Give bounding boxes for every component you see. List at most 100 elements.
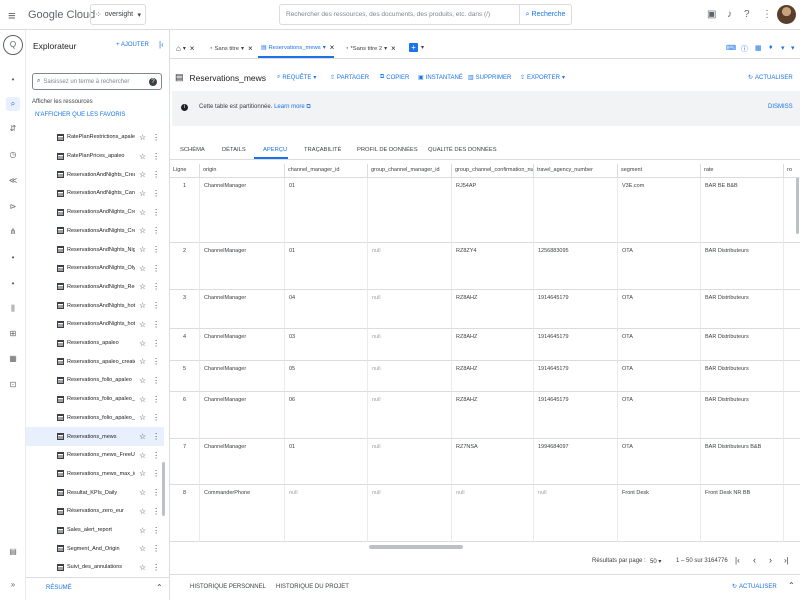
column-header[interactable]: rate — [701, 164, 784, 178]
column-header[interactable]: group_channel_manager_id — [368, 164, 452, 178]
table-cell[interactable]: 01 — [285, 439, 368, 485]
table-cell[interactable] — [534, 178, 618, 243]
tab-lineage[interactable]: TRAÇABILITÉ — [304, 147, 341, 153]
table-cell[interactable]: ChannelManager — [200, 243, 285, 290]
table-cell[interactable]: BAR Distributeurs — [701, 290, 784, 329]
tree-item[interactable]: Reservations_folio_apaleo_A... ☆ ⋮ — [26, 390, 164, 409]
table-cell[interactable] — [784, 178, 800, 243]
tree-item[interactable]: Reservations_apaleo_created... ☆ ⋮ — [26, 352, 164, 371]
close-icon[interactable]: × — [391, 44, 396, 53]
monitoring-icon[interactable]: ⫼ — [6, 302, 20, 316]
star-icon[interactable]: ☆ — [139, 152, 146, 161]
grid-horizontal-scrollbar[interactable] — [369, 545, 463, 549]
star-icon[interactable]: ☆ — [139, 301, 146, 310]
first-page-icon[interactable]: |‹ — [735, 556, 740, 565]
table-cell[interactable]: null — [368, 485, 452, 542]
table-cell[interactable] — [784, 361, 800, 392]
more-vert-icon[interactable]: ⋮ — [152, 245, 160, 254]
tree-item[interactable]: Segment_And_Origin ☆ ⋮ — [26, 539, 164, 558]
keyboard-icon[interactable]: ⌨ — [726, 44, 736, 52]
table-cell[interactable] — [784, 392, 800, 439]
table-cell[interactable]: ChannelManager — [200, 290, 285, 329]
explorer-scrollbar[interactable] — [162, 462, 165, 516]
column-header[interactable]: channel_manager_id — [285, 164, 368, 178]
column-header[interactable]: group_channel_confirmation_numb — [452, 164, 534, 178]
main-menu-icon[interactable]: ≡ — [8, 8, 16, 23]
table-cell[interactable]: Front Desk NR BB — [701, 485, 784, 542]
copy-button[interactable]: ⧉ COPIER — [380, 74, 409, 81]
chevron-up-icon[interactable]: ⌃ — [156, 583, 163, 592]
release-notes-icon[interactable]: ▤ — [6, 545, 20, 559]
table-cell[interactable]: RZ7NSA — [452, 439, 534, 485]
tab-sans-titre[interactable]: ◔ Sans titre ▾ × — [206, 39, 253, 58]
tree-item[interactable]: Reservations_mews_FreeUpg... ☆ ⋮ — [26, 446, 164, 465]
table-cell[interactable]: 1914645179 — [534, 361, 618, 392]
per-page-select[interactable]: 50 ▾ — [650, 558, 661, 565]
refresh-button[interactable]: ↻ ACTUALISER — [748, 74, 793, 82]
column-header[interactable]: travel_agency_number — [534, 164, 618, 178]
chevron-down-icon[interactable]: ▾ — [781, 44, 785, 52]
star-icon[interactable]: ☆ — [139, 526, 146, 535]
table-cell[interactable]: ChannelManager — [200, 439, 285, 485]
more-vert-icon[interactable]: ⋮ — [152, 282, 160, 291]
star-icon[interactable]: ☆ — [139, 264, 146, 273]
star-icon[interactable]: ☆ — [139, 544, 146, 553]
more-vert-icon[interactable]: ⋮ — [152, 320, 160, 329]
table-cell[interactable]: null — [368, 290, 452, 329]
table-cell[interactable]: BAR Distributeurs — [701, 329, 784, 361]
tree-item[interactable]: Reservations_mews_max_ins... ☆ ⋮ — [26, 465, 164, 484]
table-cell[interactable]: null — [368, 329, 452, 361]
column-header[interactable]: Ligne — [170, 164, 200, 178]
tab-details[interactable]: DÉTAILS — [222, 147, 246, 153]
more-vert-icon[interactable]: ⋮ — [152, 226, 160, 235]
help-icon[interactable]: ? — [744, 9, 750, 20]
table-cell[interactable]: OTA — [618, 290, 701, 329]
table-cell[interactable] — [368, 178, 452, 243]
table-cell[interactable]: V3E.com — [618, 178, 701, 243]
table-cell[interactable]: RZ8AHZ — [452, 329, 534, 361]
tree-item[interactable]: RatePlanRestrictions_apaleo ☆ ⋮ — [26, 128, 164, 147]
tree-item[interactable]: ReservationsAndNights_hote... ☆ ⋮ — [26, 315, 164, 334]
table-cell[interactable]: ChannelManager — [200, 329, 285, 361]
expand-rail-icon[interactable]: » — [6, 578, 20, 592]
star-icon[interactable]: ☆ — [139, 469, 146, 478]
dot-icon[interactable]: • — [6, 251, 20, 265]
table-cell[interactable]: ChannelManager — [200, 178, 285, 243]
info-icon[interactable]: ⓘ — [741, 44, 748, 54]
star-icon[interactable]: ☆ — [139, 376, 146, 385]
more-vert-icon[interactable]: ⋮ — [152, 413, 160, 422]
tree-item[interactable]: ReservationAndNights_Can... ☆ ⋮ — [26, 184, 164, 203]
dismiss-button[interactable]: DISMISS — [768, 104, 793, 110]
table-cell[interactable]: RZ8AHZ — [452, 392, 534, 439]
scheduled-icon[interactable]: ⊳ — [6, 200, 20, 214]
table-cell[interactable]: 3 — [170, 290, 200, 329]
column-header[interactable]: ro — [784, 164, 800, 178]
add-button[interactable]: + AJOUTER — [116, 42, 149, 48]
chevron-up-icon[interactable]: ⌃ — [788, 581, 795, 590]
tab-reservations-mews[interactable]: ▤ Reservations_mews ▾ × — [258, 39, 335, 58]
table-cell[interactable] — [784, 243, 800, 290]
history-icon[interactable]: ◷ — [6, 148, 20, 162]
terminal-icon[interactable]: ▣ — [707, 9, 716, 20]
more-vert-icon[interactable]: ⋮ — [152, 432, 160, 441]
query-button[interactable]: ⌕ REQUÊTE ▾ — [277, 74, 316, 81]
table-cell[interactable]: OTA — [618, 392, 701, 439]
share-button[interactable]: ⇧ PARTAGER — [330, 74, 369, 82]
tree-item[interactable]: ReservationAndNights_Creat... ☆ ⋮ — [26, 165, 164, 184]
star-icon[interactable]: ☆ — [139, 395, 146, 404]
table-cell[interactable]: null — [368, 392, 452, 439]
more-vert-icon[interactable]: ⋮ — [152, 152, 160, 161]
table-cell[interactable]: RZ8AHZ — [452, 290, 534, 329]
more-vert-icon[interactable]: ⋮ — [152, 133, 160, 142]
table-cell[interactable]: 04 — [285, 290, 368, 329]
personal-history-tab[interactable]: HISTORIQUE PERSONNEL — [190, 584, 266, 590]
tab-data-quality[interactable]: QUALITÉ DES DONNÉES — [428, 147, 497, 153]
star-icon[interactable]: ☆ — [139, 189, 146, 198]
close-icon[interactable]: × — [248, 44, 253, 53]
tab-sans-titre-2[interactable]: ◔ *Sans titre 2 ▾ × — [342, 39, 396, 58]
more-vert-icon[interactable]: ⋮ — [152, 357, 160, 366]
tree-item[interactable]: ReservationsAndNights_Night... ☆ ⋮ — [26, 240, 164, 259]
more-vert-icon[interactable]: ⋮ — [152, 507, 160, 516]
tree-item[interactable]: Reservations_folio_apaleo_p... ☆ ⋮ — [26, 409, 164, 428]
table-cell[interactable]: null — [285, 485, 368, 542]
